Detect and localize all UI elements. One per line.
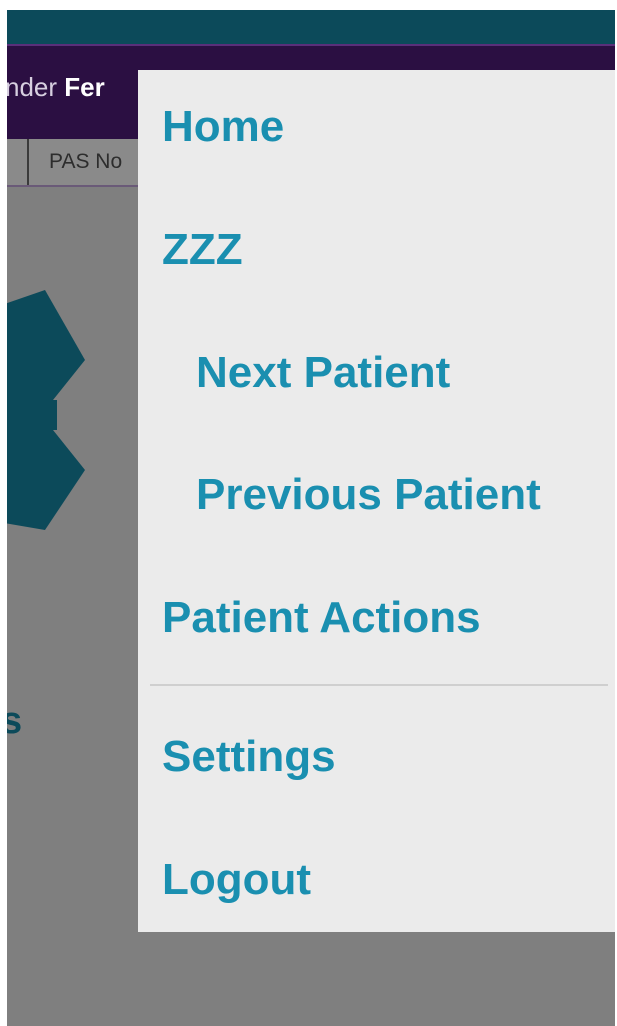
menu-item-zzz[interactable]: ZZZ [162, 225, 243, 275]
hexagon-logo-icon [7, 290, 85, 530]
menu-item-next-patient[interactable]: Next Patient [196, 348, 450, 398]
top-bar [7, 10, 615, 44]
menu-item-home[interactable]: Home [162, 102, 284, 152]
menu-item-settings[interactable]: Settings [162, 732, 336, 782]
menu-item-previous-patient[interactable]: Previous Patient [196, 470, 541, 520]
menu-divider [150, 684, 608, 686]
background-heading-fragment: s [7, 700, 23, 742]
info-cell-edge [7, 139, 29, 185]
app-screen: nder Fer PAS No s Home ZZZ Next Patient … [7, 10, 615, 1026]
patient-name: nder Fer [7, 72, 105, 103]
navigation-menu: Home ZZZ Next Patient Previous Patient P… [138, 70, 615, 932]
menu-item-patient-actions[interactable]: Patient Actions [162, 593, 481, 643]
menu-item-logout[interactable]: Logout [162, 855, 311, 905]
pas-number-label: PAS No [49, 150, 123, 173]
patient-name-bold: Fer [64, 72, 105, 102]
patient-name-prefix: nder [7, 72, 65, 102]
